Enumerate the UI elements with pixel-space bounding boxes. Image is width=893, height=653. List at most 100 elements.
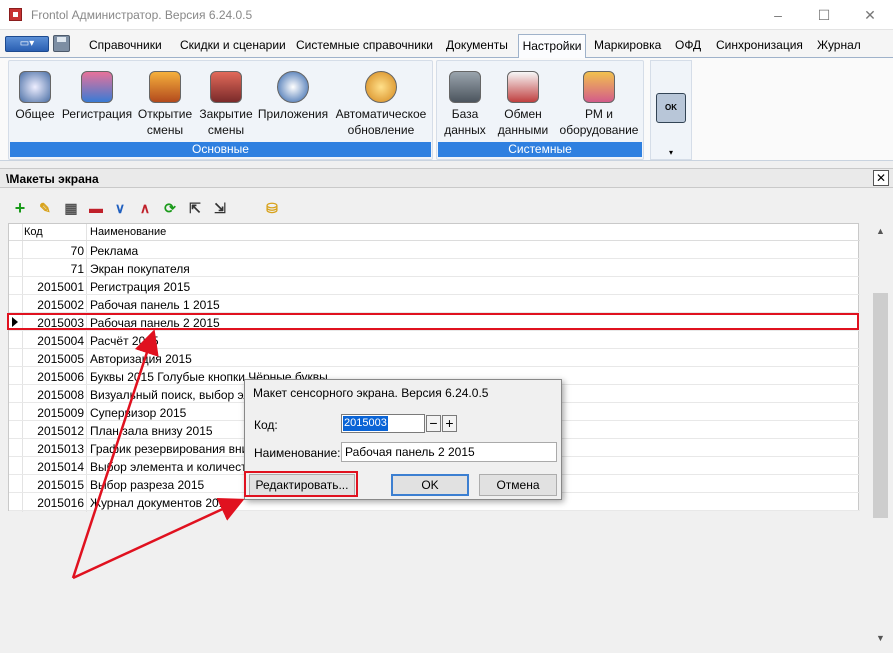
ribbon-group-main: Общее Регистрация Открытие смены Закрыти… xyxy=(8,60,433,160)
auto-update-icon xyxy=(365,71,397,103)
move-up-icon[interactable]: ∧ xyxy=(136,200,154,216)
cell-code: 71 xyxy=(70,262,84,276)
move-down-icon[interactable]: ∨ xyxy=(111,200,129,216)
ribbon-data-exchange-button[interactable]: Обмен данными xyxy=(493,71,553,138)
tab-sync[interactable]: Синхронизация xyxy=(716,38,803,52)
close-button[interactable]: ✕ xyxy=(847,0,893,30)
table-row[interactable]: 70 Реклама xyxy=(9,241,860,259)
table-row[interactable]: 71 Экран покупателя xyxy=(9,259,860,277)
dialog-ok-icon: OK xyxy=(656,93,686,123)
cell-name: Выбор элемента и количества xyxy=(90,460,260,474)
tab-system-directories[interactable]: Системные справочники xyxy=(296,38,433,52)
registration-icon xyxy=(81,71,113,103)
cell-name: Реклама xyxy=(90,244,139,258)
tab-discounts[interactable]: Скидки и сценарии xyxy=(180,38,286,52)
cell-name: Регистрация 2015 xyxy=(90,280,191,294)
ribbon-database-button[interactable]: База данных xyxy=(439,71,491,138)
cell-code: 2015002 xyxy=(37,298,84,312)
name-label: Наименование: xyxy=(254,446,341,460)
cell-code: 2015009 xyxy=(37,406,84,420)
tab-documents[interactable]: Документы xyxy=(446,38,508,52)
close-shift-icon xyxy=(210,71,242,103)
table-row[interactable]: 2015005 Авторизация 2015 xyxy=(9,349,860,367)
column-header-name[interactable]: Наименование xyxy=(90,226,166,238)
cell-name: Выбор разреза 2015 xyxy=(90,478,205,492)
cell-code: 2015012 xyxy=(37,424,84,438)
workstation-icon xyxy=(583,71,615,103)
panel-close-icon[interactable]: ✕ xyxy=(873,170,889,186)
ribbon-close-shift-button[interactable]: Закрытие смены xyxy=(196,71,256,138)
general-icon xyxy=(19,71,51,103)
table-row[interactable]: 2015001 Регистрация 2015 xyxy=(9,277,860,295)
copy-icon[interactable]: ▦ xyxy=(62,200,80,216)
delete-icon[interactable]: ▬ xyxy=(87,200,105,216)
scroll-up-icon[interactable]: ▲ xyxy=(872,223,889,240)
refresh-icon[interactable]: ⟳ xyxy=(161,200,179,216)
tab-settings[interactable]: Настройки xyxy=(518,34,586,58)
maximize-button[interactable]: ☐ xyxy=(801,0,847,30)
scroll-down-icon[interactable]: ▼ xyxy=(872,630,889,647)
applications-icon xyxy=(277,71,309,103)
panel-header: \Макеты экрана ✕ xyxy=(0,168,893,188)
import-icon[interactable]: ⇲ xyxy=(211,200,229,216)
title-bar: Frontol Администратор. Версия 6.24.0.5 –… xyxy=(0,0,893,30)
tab-ofd[interactable]: ОФД xyxy=(675,38,701,52)
cell-name: Экран покупателя xyxy=(90,262,190,276)
ribbon-auto-update-button[interactable]: Автоматическое обновление xyxy=(331,71,431,138)
cell-code: 2015013 xyxy=(37,442,84,456)
ribbon-registration-button[interactable]: Регистрация xyxy=(61,71,133,122)
code-field[interactable]: 2015003 xyxy=(341,414,425,433)
dialog-title: Макет сенсорного экрана. Версия 6.24.0.5 xyxy=(253,386,489,400)
tab-directories[interactable]: Справочники xyxy=(89,38,162,52)
app-menu-button[interactable]: ▭▾ xyxy=(5,36,49,52)
tab-journal[interactable]: Журнал xyxy=(817,38,861,52)
code-value: 2015003 xyxy=(343,416,388,431)
scroll-thumb[interactable] xyxy=(873,293,888,518)
cell-name: Супервизор 2015 xyxy=(90,406,187,420)
ribbon-group-system-caption: Системные xyxy=(438,142,642,157)
cell-code: 2015014 xyxy=(37,460,84,474)
ribbon-workstation-button[interactable]: РМ и оборудование xyxy=(555,71,643,138)
table-row[interactable]: 2015002 Рабочая панель 1 2015 xyxy=(9,295,860,313)
cell-code: 2015001 xyxy=(37,280,84,294)
tab-marking[interactable]: Маркировка xyxy=(594,38,661,52)
cell-name: Авторизация 2015 xyxy=(90,352,192,366)
arrow-to-edit-button xyxy=(72,498,245,580)
ribbon-group-main-caption: Основные xyxy=(10,142,431,157)
minimize-button[interactable]: – xyxy=(755,0,801,30)
add-icon[interactable]: + xyxy=(11,199,29,217)
export-icon[interactable]: ⇱ xyxy=(186,200,204,216)
cell-code: 70 xyxy=(70,244,84,258)
column-header-code[interactable]: Код xyxy=(24,226,43,238)
cancel-button[interactable]: Отмена xyxy=(479,474,557,496)
panel-title: \Макеты экрана xyxy=(6,172,99,186)
cell-code: 2015008 xyxy=(37,388,84,402)
ribbon-general-button[interactable]: Общее xyxy=(10,71,60,122)
code-increment-button[interactable]: + xyxy=(442,415,457,432)
vertical-scrollbar[interactable]: ▲ ▼ xyxy=(872,223,889,647)
cell-name: Рабочая панель 1 2015 xyxy=(90,298,220,312)
cell-name: Журнал документов 2015 xyxy=(90,496,233,510)
ribbon-more-button[interactable]: OK ▾ xyxy=(650,60,692,160)
save-icon[interactable] xyxy=(53,35,70,52)
code-label: Код: xyxy=(254,418,278,432)
ok-button[interactable]: OK xyxy=(391,474,469,496)
ribbon-applications-button[interactable]: Приложения xyxy=(257,71,329,122)
cell-code: 2015015 xyxy=(37,478,84,492)
clear-filter-icon[interactable]: ⛁ xyxy=(263,200,281,216)
name-field[interactable]: Рабочая панель 2 2015 xyxy=(341,442,557,462)
selected-row-highlight xyxy=(7,313,859,330)
edit-icon[interactable]: ✎ xyxy=(36,200,54,216)
ribbon: Общее Регистрация Открытие смены Закрыти… xyxy=(0,57,893,161)
table-header: Код Наименование xyxy=(9,224,860,241)
database-icon xyxy=(449,71,481,103)
data-exchange-icon xyxy=(507,71,539,103)
table-row[interactable]: 2015004 Расчёт 2015 xyxy=(9,331,860,349)
cell-name: Расчёт 2015 xyxy=(90,334,159,348)
app-icon xyxy=(9,8,22,21)
cell-name: График резервирования внизу xyxy=(90,442,260,456)
cell-code: 2015016 xyxy=(37,496,84,510)
cell-code: 2015005 xyxy=(37,352,84,366)
ribbon-open-shift-button[interactable]: Открытие смены xyxy=(135,71,195,138)
code-decrement-button[interactable]: − xyxy=(426,415,441,432)
